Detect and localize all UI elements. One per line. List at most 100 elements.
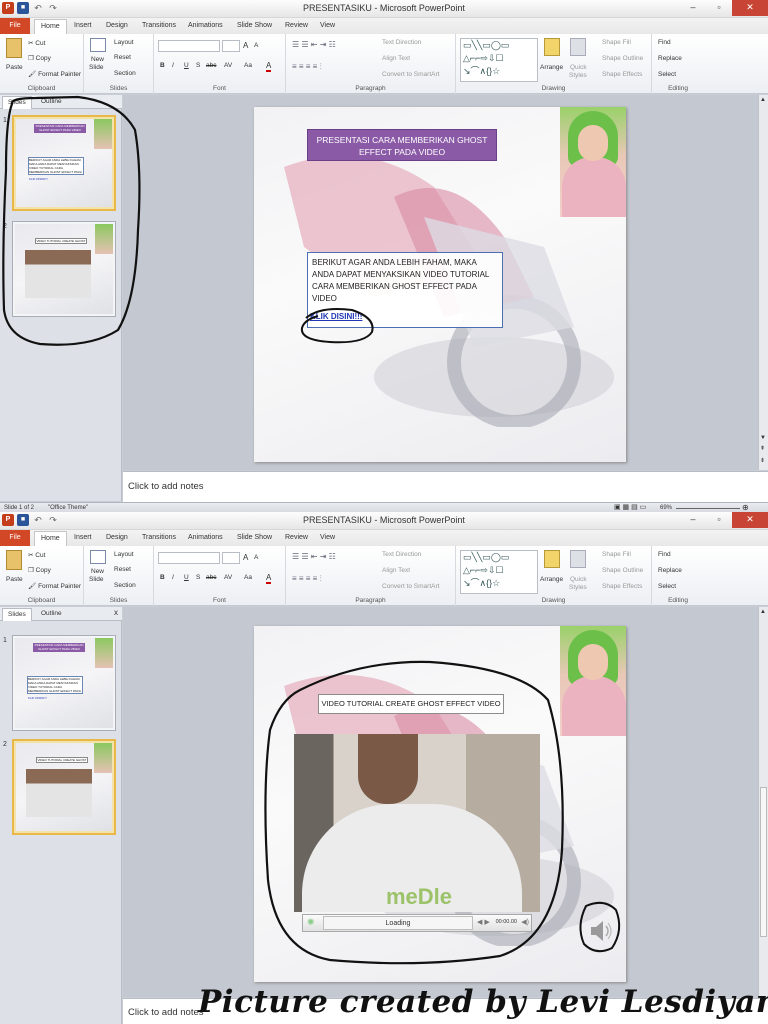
- new-slide-label[interactable]: New: [91, 568, 104, 575]
- align-icons[interactable]: ≡ ≡ ≡ ≡ ⫶: [292, 62, 322, 72]
- new-slide-label[interactable]: New: [91, 56, 104, 63]
- new-slide-icon[interactable]: [90, 550, 106, 564]
- shrink-font-button[interactable]: A: [254, 554, 258, 561]
- font-size-select[interactable]: [222, 40, 240, 52]
- select-button[interactable]: Select: [658, 583, 676, 590]
- align-text-button[interactable]: Align Text: [382, 567, 410, 574]
- shape-effects-button[interactable]: Shape Effects: [602, 71, 642, 78]
- layout-button[interactable]: Layout: [114, 551, 134, 558]
- bold-button[interactable]: B: [160, 574, 165, 581]
- tab-slide-show[interactable]: Slide Show: [231, 19, 278, 34]
- shapes-gallery[interactable]: ▭╲╲▭◯▭ △⌐⌐⇨⇩☐ ↘⌒∧{}☆: [460, 38, 538, 82]
- quick-styles-button[interactable]: Quick: [570, 64, 587, 71]
- shrink-font-button[interactable]: A: [254, 42, 258, 49]
- video-progress-bar[interactable]: Loading: [323, 916, 473, 930]
- text-direction-button[interactable]: Text Direction: [382, 39, 421, 46]
- vertical-scrollbar[interactable]: ▲ ▼ ⇞ ⇟: [758, 95, 768, 470]
- vertical-scrollbar[interactable]: ▲: [758, 607, 768, 997]
- tab-view[interactable]: View: [314, 531, 341, 546]
- arrange-button[interactable]: Arrange: [540, 576, 563, 583]
- tab-home[interactable]: Home: [34, 531, 67, 546]
- char-spacing-button[interactable]: AV: [224, 62, 232, 69]
- arrange-button[interactable]: Arrange: [540, 64, 563, 71]
- underline-button[interactable]: U: [184, 574, 189, 581]
- quick-styles-icon[interactable]: [570, 38, 586, 56]
- new-slide-label-2[interactable]: Slide: [89, 64, 103, 71]
- prev-slide-button[interactable]: ⇞: [760, 445, 765, 452]
- tab-slides[interactable]: Slides: [2, 608, 32, 621]
- paste-icon[interactable]: [6, 550, 22, 570]
- grow-font-button[interactable]: A: [243, 41, 248, 50]
- close-button[interactable]: ✕: [732, 0, 768, 16]
- align-text-button[interactable]: Align Text: [382, 55, 410, 62]
- font-name-select[interactable]: [158, 40, 220, 52]
- zoom-slider[interactable]: [676, 508, 740, 509]
- tab-slide-show[interactable]: Slide Show: [231, 531, 278, 546]
- char-spacing-button[interactable]: AV: [224, 574, 232, 581]
- new-slide-label-2[interactable]: Slide: [89, 576, 103, 583]
- tab-insert[interactable]: Insert: [68, 531, 98, 546]
- cut-button[interactable]: ✂ Cut: [28, 39, 45, 47]
- italic-button[interactable]: I: [172, 574, 174, 581]
- copy-button[interactable]: ❐ Copy: [28, 566, 51, 574]
- grow-font-button[interactable]: A: [243, 553, 248, 562]
- bullets-icon[interactable]: ☰ ☰ ⇤ ⇥ ☷: [292, 40, 336, 49]
- format-painter-button[interactable]: 🖌 Format Painter: [28, 582, 81, 590]
- quick-styles-icon[interactable]: [570, 550, 586, 568]
- tab-review[interactable]: Review: [279, 531, 314, 546]
- scroll-up-arrow[interactable]: ▲: [760, 609, 766, 615]
- shape-fill-button[interactable]: Shape Fill: [602, 39, 631, 46]
- shadow-button[interactable]: S: [196, 62, 200, 69]
- smartart-button[interactable]: Convert to SmartArt: [382, 71, 439, 78]
- paste-button[interactable]: Paste: [6, 64, 23, 71]
- section-button[interactable]: Section: [114, 70, 136, 77]
- find-button[interactable]: Find: [658, 551, 671, 558]
- minimize-button[interactable]: ‒: [680, 0, 706, 16]
- layout-button[interactable]: Layout: [114, 39, 134, 46]
- paste-icon[interactable]: [6, 38, 22, 58]
- tab-outline[interactable]: Outline: [36, 96, 67, 109]
- change-case-button[interactable]: Aa: [244, 574, 252, 581]
- change-case-button[interactable]: Aa: [244, 62, 252, 69]
- font-color-button[interactable]: A: [266, 573, 272, 584]
- slide-2-editor[interactable]: VIDEO TUTORIAL CREATE GHOST EFFECT VIDEO…: [254, 626, 626, 982]
- maximize-button[interactable]: ▫: [706, 0, 732, 16]
- new-slide-icon[interactable]: [90, 38, 106, 52]
- zoom-level[interactable]: 69%: [660, 503, 672, 512]
- zoom-in-icon[interactable]: ⊕: [742, 503, 749, 512]
- tab-insert[interactable]: Insert: [68, 19, 98, 34]
- minimize-button[interactable]: ‒: [680, 512, 706, 528]
- shadow-button[interactable]: S: [196, 574, 200, 581]
- rewind-forward-icon[interactable]: ◀ ▶: [477, 918, 490, 926]
- slide-thumbnail-1[interactable]: PRESENTASI CARA MEMBERIKAN GHOST EFFECT …: [12, 635, 116, 731]
- scroll-up-arrow[interactable]: ▲: [760, 97, 766, 103]
- copy-button[interactable]: ❐ Copy: [28, 54, 51, 62]
- strikethrough-button[interactable]: abc: [206, 62, 216, 69]
- italic-button[interactable]: I: [172, 62, 174, 69]
- font-name-select[interactable]: [158, 552, 220, 564]
- view-buttons[interactable]: ▣ ▦ ▤ ▭: [614, 503, 646, 512]
- reset-button[interactable]: Reset: [114, 54, 131, 61]
- arrange-icon[interactable]: [544, 550, 560, 568]
- select-button[interactable]: Select: [658, 71, 676, 78]
- tab-file[interactable]: File: [0, 530, 30, 546]
- font-size-select[interactable]: [222, 552, 240, 564]
- video-title-box[interactable]: VIDEO TUTORIAL CREATE GHOST EFFECT VIDEO: [318, 694, 504, 714]
- next-slide-button[interactable]: ⇟: [760, 457, 765, 464]
- speaker-icon[interactable]: [588, 918, 614, 944]
- bold-button[interactable]: B: [160, 62, 165, 69]
- scroll-down-arrow[interactable]: ▼: [760, 435, 766, 441]
- slide-1-editor[interactable]: PRESENTASI CARA MEMBERIKAN GHOST EFFECT …: [254, 107, 626, 462]
- tab-design[interactable]: Design: [100, 531, 134, 546]
- align-icons[interactable]: ≡ ≡ ≡ ≡ ⫶: [292, 574, 322, 584]
- scroll-thumb[interactable]: [760, 787, 767, 937]
- embedded-video[interactable]: meDle: [294, 734, 540, 912]
- shapes-gallery[interactable]: ▭╲╲▭◯▭ △⌐⌐⇨⇩☐ ↘⌒∧{}☆: [460, 550, 538, 594]
- smartart-button[interactable]: Convert to SmartArt: [382, 583, 439, 590]
- bullets-icon[interactable]: ☰ ☰ ⇤ ⇥ ☷: [292, 552, 336, 561]
- tab-file[interactable]: File: [0, 18, 30, 34]
- tab-design[interactable]: Design: [100, 19, 134, 34]
- shape-fill-button[interactable]: Shape Fill: [602, 551, 631, 558]
- tab-transitions[interactable]: Transitions: [136, 531, 182, 546]
- format-painter-button[interactable]: 🖌 Format Painter: [28, 70, 81, 78]
